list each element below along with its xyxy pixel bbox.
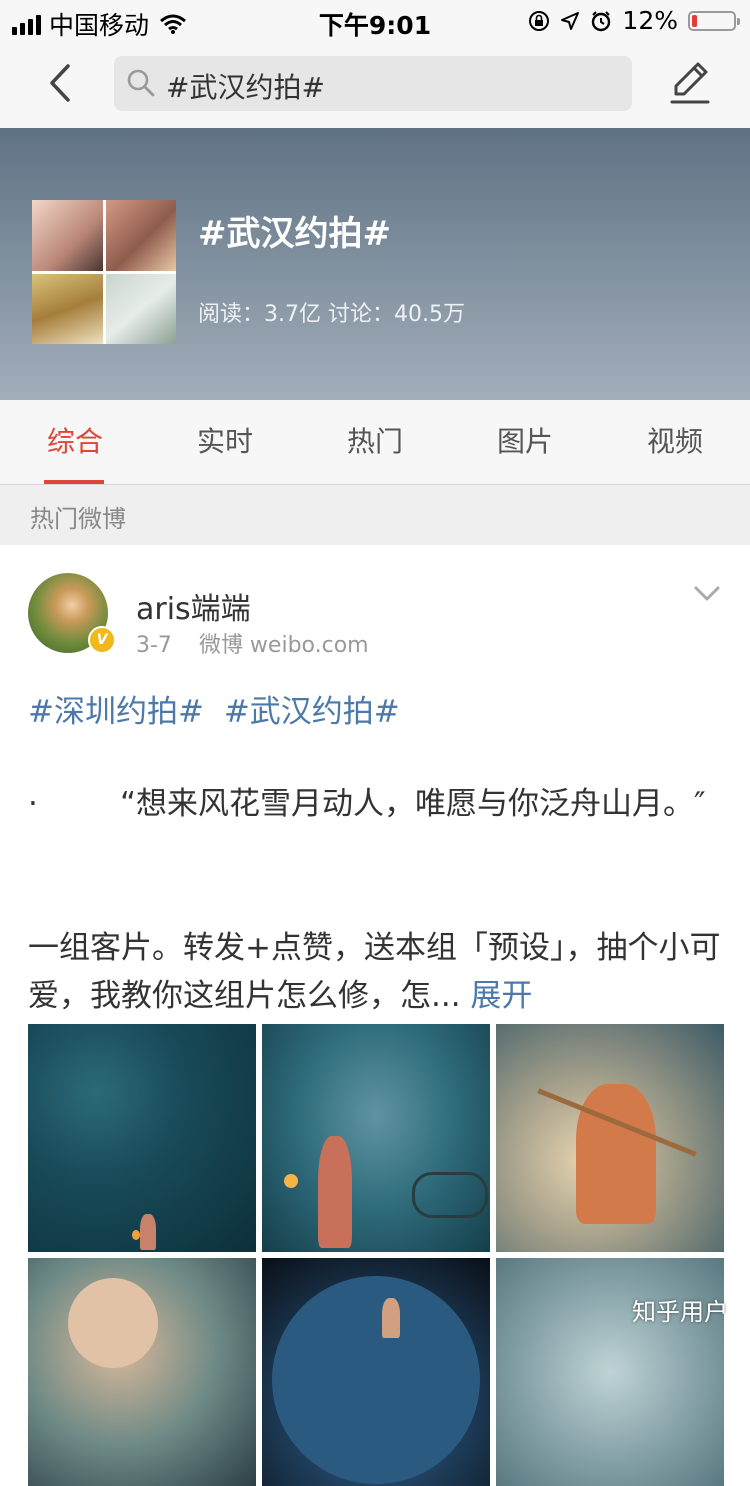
topic-link[interactable]: #深圳约拍# (28, 694, 204, 730)
watermark: 知乎用户 (632, 1298, 728, 1326)
post-body: 一组客片。转发+点赞，送本组「预设」，抽个小可爱，我教你这组片怎么修，怎... … (28, 924, 722, 1020)
search-input[interactable]: #武汉约拍# (114, 56, 632, 111)
expand-link[interactable]: 展开 (470, 978, 532, 1014)
verified-badge: V (88, 626, 116, 654)
cover-photo (105, 273, 176, 344)
search-query: #武汉约拍# (166, 71, 325, 104)
tab-videos[interactable]: 视频 (600, 400, 750, 484)
post-author[interactable]: aris端端 (136, 584, 251, 628)
section-title: 热门微博 (30, 505, 126, 533)
post-source: 微博 weibo.com (198, 633, 369, 658)
tab-realtime[interactable]: 实时 (150, 400, 300, 484)
topic-title: #武汉约拍# (198, 214, 391, 254)
nav-bar: #武汉约拍# (0, 40, 750, 128)
post-quote: · “想来风花雪月动人，唯愿与你泛舟山月。″ (28, 780, 722, 828)
alarm-icon (592, 10, 611, 31)
quote-text: “想来风花雪月动人，唯愿与你泛舟山月。″ (120, 786, 706, 822)
post-image[interactable] (496, 1024, 724, 1252)
cover-photo (32, 200, 103, 271)
status-bar: 中国移动 下午9:01 12% (0, 0, 750, 40)
post-image-grid (28, 1024, 724, 1486)
tab-comprehensive[interactable]: 综合 (0, 400, 150, 484)
tab-pictures[interactable]: 图片 (450, 400, 600, 484)
location-icon (561, 11, 580, 30)
body-text: 一组客片。转发+点赞，送本组「预设」，抽个小可爱，我教你这组片怎么修，怎... (28, 930, 721, 1014)
topic-stats: 阅读：3.7亿 讨论：40.5万 (198, 302, 465, 327)
topic-banner: #武汉约拍# 阅读：3.7亿 讨论：40.5万 (0, 128, 750, 400)
post-date: 3-7 (136, 633, 172, 658)
battery-icon (688, 10, 740, 31)
edit-icon[interactable] (666, 58, 714, 108)
battery-level (692, 14, 697, 27)
tab-bar: 综合 实时 热门 图片 视频 (0, 400, 750, 485)
quote-dot: · (28, 786, 38, 822)
post-meta: 3-7 微博 weibo.com (136, 627, 369, 659)
cover-photo (105, 200, 176, 271)
cover-photo (32, 273, 103, 344)
post-tags: #深圳约拍# #武汉约拍# (28, 686, 410, 731)
search-icon (127, 69, 155, 97)
post-image[interactable] (28, 1258, 256, 1486)
tab-hot[interactable]: 热门 (300, 400, 450, 484)
chevron-down-icon[interactable] (692, 582, 722, 606)
post-image[interactable] (262, 1024, 490, 1252)
back-icon[interactable] (40, 58, 84, 108)
rotation-lock-icon (529, 10, 550, 31)
status-right: 12% (528, 6, 740, 35)
post-image[interactable] (262, 1258, 490, 1486)
section-header: 热门微博 (0, 485, 750, 545)
post-image[interactable] (28, 1024, 256, 1252)
topic-cover-image (32, 200, 176, 344)
battery-percent: 12% (622, 6, 678, 35)
topic-link[interactable]: #武汉约拍# (224, 694, 400, 730)
